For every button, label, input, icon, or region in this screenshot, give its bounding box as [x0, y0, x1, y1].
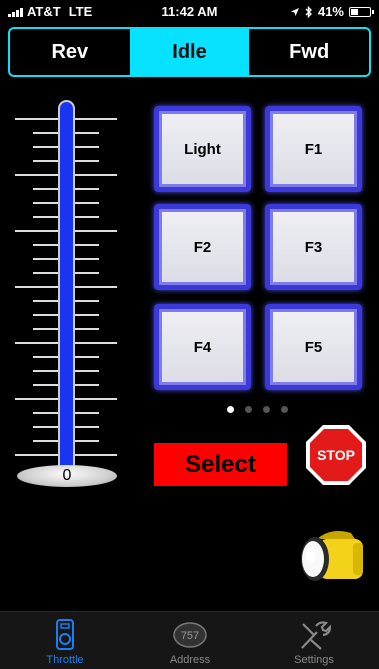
throttle-icon — [56, 619, 74, 650]
stop-label: STOP — [317, 447, 355, 463]
tab-throttle-label: Throttle — [46, 654, 84, 666]
location-icon — [290, 7, 299, 16]
function-button-f3[interactable]: F3 — [265, 204, 362, 290]
bluetooth-icon — [305, 5, 312, 18]
page-dot[interactable] — [281, 406, 288, 413]
wrench-icon — [301, 621, 331, 650]
address-badge: 757 — [181, 630, 199, 642]
tab-settings-label: Settings — [294, 654, 334, 666]
select-button[interactable]: Select — [154, 443, 287, 486]
page-dot[interactable] — [227, 406, 234, 413]
function-button-f5[interactable]: F5 — [265, 304, 362, 390]
page-dot[interactable] — [263, 406, 270, 413]
throttle-track[interactable] — [58, 100, 75, 475]
throttle-value: 0 — [62, 467, 72, 484]
tab-address-label: Address — [169, 654, 211, 666]
status-right: 41% — [290, 4, 374, 19]
tab-throttle[interactable]: Throttle — [15, 612, 115, 669]
direction-control: Rev Idle Fwd — [8, 27, 371, 77]
function-button-f4[interactable]: F4 — [154, 304, 251, 390]
direction-idle[interactable]: Idle — [129, 29, 250, 75]
function-button-f2[interactable]: F2 — [154, 204, 251, 290]
page-dot[interactable] — [245, 406, 252, 413]
direction-rev[interactable]: Rev — [10, 29, 130, 75]
flashlight-icon[interactable] — [295, 525, 367, 587]
direction-fwd[interactable]: Fwd — [249, 29, 369, 75]
function-button-light[interactable]: Light — [154, 106, 251, 192]
stop-button[interactable]: STOP — [305, 424, 367, 486]
tab-bar: Throttle 757 Address Settings — [0, 611, 379, 669]
battery-icon — [349, 6, 374, 17]
tab-address[interactable]: 757 Address — [140, 612, 240, 669]
battery-percent: 41% — [317, 4, 344, 19]
throttle-knob[interactable]: 0 — [17, 465, 117, 487]
page-indicator[interactable] — [227, 406, 288, 413]
status-bar: AT&T LTE 11:42 AM 41% — [0, 0, 379, 22]
throttle-slider[interactable]: 0 — [15, 100, 118, 495]
tab-settings[interactable]: Settings — [264, 612, 364, 669]
function-button-f1[interactable]: F1 — [265, 106, 362, 192]
address-757-icon: 757 — [173, 622, 207, 648]
